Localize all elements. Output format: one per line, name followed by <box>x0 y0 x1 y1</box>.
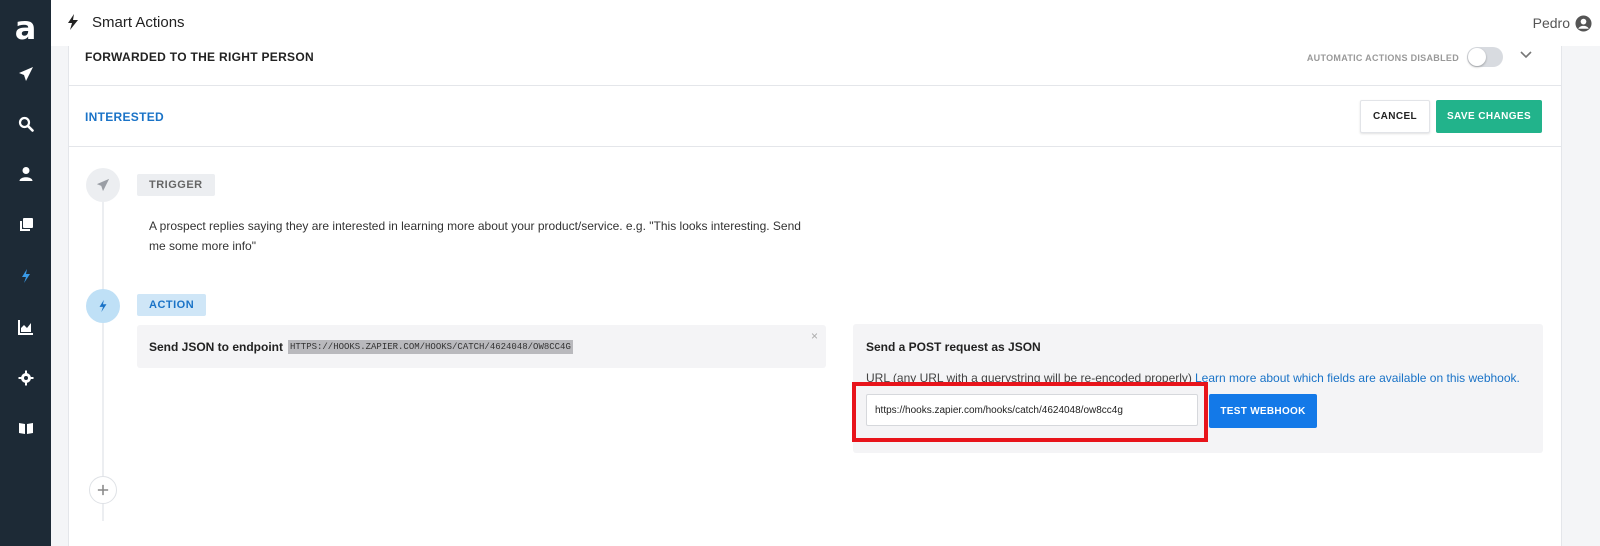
toggle-knob <box>1468 48 1486 66</box>
search-icon <box>18 116 34 132</box>
sidebar-item-campaigns[interactable] <box>0 59 51 89</box>
close-icon[interactable]: × <box>811 329 818 343</box>
gear-icon <box>18 370 33 386</box>
app-logo[interactable]: a <box>0 6 51 50</box>
chevron-down-icon[interactable] <box>1519 48 1533 62</box>
chart-icon <box>17 320 33 335</box>
url-field-label: URL (any URL with a querystring will be … <box>866 371 1192 385</box>
copy-icon <box>19 218 33 231</box>
learn-more-link[interactable]: Learn more about which fields are availa… <box>1195 371 1520 385</box>
top-bar: Smart Actions Pedro <box>51 0 1600 46</box>
bolt-icon <box>68 14 78 30</box>
page-title: Smart Actions <box>92 14 185 31</box>
sidebar-item-search[interactable] <box>0 109 51 139</box>
action-step-circle <box>86 289 120 323</box>
book-icon <box>18 423 33 434</box>
paper-plane-icon <box>96 178 110 192</box>
user-icon <box>19 167 32 181</box>
timeline-line <box>102 201 104 521</box>
sidebar-item-smart-actions[interactable] <box>0 261 51 291</box>
add-step-button[interactable] <box>89 476 117 504</box>
trigger-step-circle <box>86 168 120 202</box>
send-json-label: Send JSON to endpoint <box>149 340 283 354</box>
user-name[interactable]: Pedro <box>1533 15 1570 31</box>
trigger-description: A prospect replies saying they are inter… <box>149 219 801 253</box>
save-changes-button[interactable]: SAVE CHANGES <box>1436 100 1542 133</box>
bolt-icon <box>99 299 107 313</box>
forwarded-row[interactable]: FORWARDED TO THE RIGHT PERSON AUTOMATIC … <box>69 46 1561 86</box>
action-tag: ACTION <box>137 294 207 316</box>
interested-title: INTERESTED <box>85 110 165 124</box>
webhook-url-input[interactable] <box>866 394 1198 426</box>
interested-row: INTERESTED CANCEL SAVE CHANGES <box>69 86 1561 147</box>
avatar-icon[interactable] <box>1575 15 1592 32</box>
sidebar-item-settings[interactable] <box>0 363 51 393</box>
trigger-tag: TRIGGER <box>137 174 215 196</box>
sidebar: a <box>0 0 51 546</box>
auto-actions-toggle[interactable] <box>1467 47 1503 67</box>
bolt-icon <box>21 269 30 283</box>
endpoint-url-badge: HTTPS://HOOKS.ZAPIER.COM/HOOKS/CATCH/462… <box>288 340 573 354</box>
plus-icon <box>97 484 109 496</box>
send-json-card[interactable]: Send JSON to endpoint HTTPS://HOOKS.ZAPI… <box>137 325 826 368</box>
smart-actions-panel: FORWARDED TO THE RIGHT PERSON AUTOMATIC … <box>68 46 1562 546</box>
sidebar-item-contacts[interactable] <box>0 159 51 189</box>
sidebar-item-reports[interactable] <box>0 312 51 342</box>
post-request-title: Send a POST request as JSON <box>866 340 1041 354</box>
cancel-button[interactable]: CANCEL <box>1360 100 1430 133</box>
sidebar-item-templates[interactable] <box>0 210 51 240</box>
forwarded-title: FORWARDED TO THE RIGHT PERSON <box>85 50 314 64</box>
auto-actions-label: AUTOMATIC ACTIONS DISABLED <box>1306 53 1459 63</box>
paper-plane-icon <box>18 67 33 81</box>
test-webhook-button[interactable]: TEST WEBHOOK <box>1209 394 1317 428</box>
sidebar-item-docs[interactable] <box>0 413 51 443</box>
post-request-card: Send a POST request as JSON URL (any URL… <box>853 324 1543 453</box>
